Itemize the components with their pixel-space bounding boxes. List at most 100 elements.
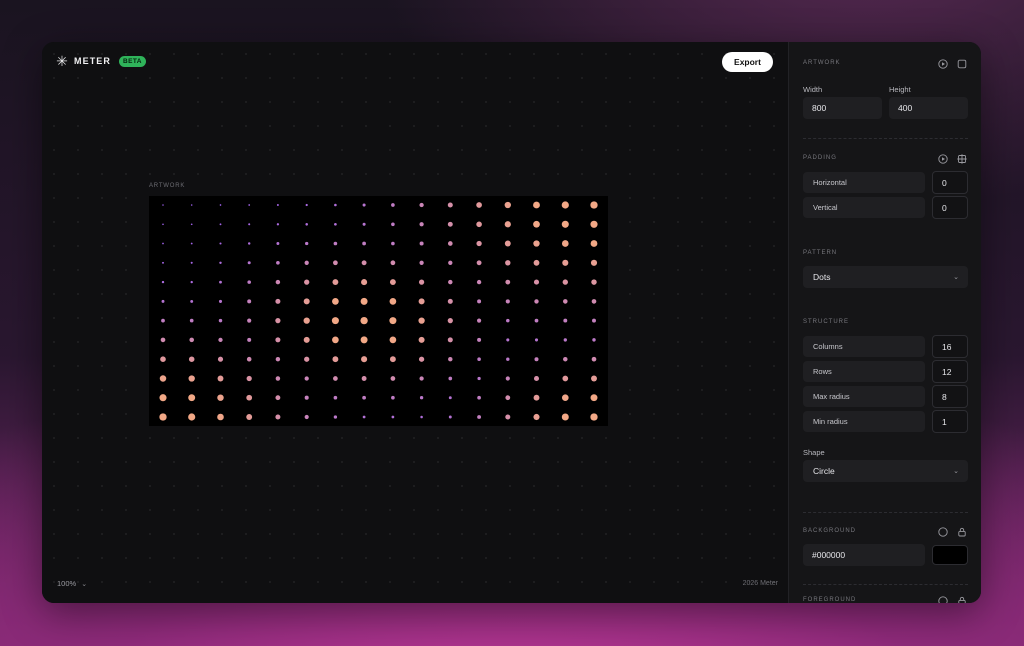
pattern-dot <box>247 337 252 342</box>
pattern-dot <box>361 376 367 381</box>
pattern-dot <box>334 222 337 226</box>
pattern-dot <box>590 259 598 266</box>
pattern-dot <box>333 376 338 381</box>
zoom-control[interactable]: 100% ⌄ <box>57 579 87 588</box>
pattern-dot <box>275 376 281 381</box>
pattern-dot <box>534 299 539 304</box>
pattern-dot <box>219 223 222 226</box>
crosshair-grid-icon[interactable] <box>955 152 969 166</box>
rows-input[interactable]: 12 <box>932 360 968 383</box>
pattern-dot <box>447 317 453 324</box>
pattern-select[interactable]: Dots ⌄ <box>803 266 968 288</box>
pattern-dot <box>305 241 309 246</box>
pattern-dot <box>591 299 597 304</box>
padding-vertical-label: Vertical <box>803 197 925 218</box>
section-title-artwork: ARTWORK <box>803 60 841 66</box>
pattern-dot <box>476 260 482 266</box>
pattern-dot <box>362 415 366 419</box>
pattern-dot <box>161 318 165 323</box>
pattern-dot <box>304 260 309 265</box>
pattern-dot <box>419 202 424 208</box>
pattern-dot <box>276 204 279 206</box>
width-label: Width <box>803 85 823 94</box>
pattern-dot <box>190 261 193 264</box>
pattern-dot <box>590 240 598 247</box>
pattern-dot <box>360 336 368 344</box>
brand: ✳ METER BETA <box>56 54 146 68</box>
pattern-dot <box>188 394 196 402</box>
pattern-dot <box>391 203 395 207</box>
pattern-dot <box>333 415 338 419</box>
pattern-dot <box>505 376 510 381</box>
pattern-dot <box>188 375 195 382</box>
pattern-dot <box>276 242 280 245</box>
lock-icon[interactable] <box>955 525 969 539</box>
pattern-dot <box>533 394 540 401</box>
pattern-dot <box>304 356 310 362</box>
pattern-dot <box>303 317 310 324</box>
pattern-dot <box>304 279 310 285</box>
pattern-dot <box>189 337 194 343</box>
chevron-down-icon: ⌄ <box>953 274 959 281</box>
pattern-dot <box>448 396 452 400</box>
pattern-dot <box>162 242 164 245</box>
pattern-dot <box>161 280 165 284</box>
pattern-dot <box>333 395 338 400</box>
background-color-input[interactable]: #000000 <box>803 544 925 566</box>
pattern-dot <box>448 356 453 362</box>
pattern-dot <box>275 395 281 401</box>
padding-horizontal-input[interactable]: 0 <box>932 171 968 194</box>
height-input[interactable]: 400 <box>889 97 968 119</box>
pattern-dot <box>477 318 482 323</box>
circle-icon[interactable] <box>936 525 950 539</box>
pattern-dot <box>591 375 597 382</box>
shape-select[interactable]: Circle ⌄ <box>803 460 968 482</box>
pattern-dot <box>247 299 252 304</box>
background-color-swatch[interactable] <box>932 545 968 565</box>
pattern-dot <box>419 396 424 400</box>
app-name: METER <box>74 56 111 66</box>
pattern-dot <box>247 242 251 245</box>
pattern-dot <box>275 337 281 343</box>
pattern-dot <box>332 279 339 286</box>
pattern-dot <box>561 240 569 247</box>
pattern-dot <box>533 201 540 209</box>
canvas-area: ✳ METER BETA Export ARTWORK 100% ⌄ 2026 … <box>42 42 788 603</box>
play-icon[interactable] <box>936 152 950 166</box>
pattern-dot <box>304 395 309 400</box>
pattern-dot <box>304 414 309 420</box>
play-icon[interactable] <box>936 57 950 71</box>
padding-horizontal-label: Horizontal <box>803 172 925 193</box>
circle-icon[interactable] <box>936 594 950 603</box>
pattern-dot <box>391 241 395 246</box>
pattern-dot <box>389 298 397 305</box>
pattern-dot <box>275 298 281 304</box>
chevron-down-icon: ⌄ <box>81 580 88 588</box>
max-radius-input[interactable]: 8 <box>932 385 968 408</box>
pattern-dot <box>190 242 193 245</box>
pattern-dot <box>562 375 569 382</box>
pattern-dot <box>447 221 453 227</box>
pattern-dot <box>303 336 310 343</box>
padding-vertical-input[interactable]: 0 <box>932 196 968 219</box>
pattern-dot <box>162 204 164 206</box>
pattern-dot <box>190 299 194 303</box>
pattern-dot <box>248 223 251 226</box>
pattern-dot <box>389 317 397 325</box>
export-button[interactable]: Export <box>722 52 773 72</box>
pattern-dot <box>305 203 308 207</box>
width-input[interactable]: 800 <box>803 97 882 119</box>
pattern-dot <box>276 260 280 265</box>
lock-icon[interactable] <box>955 594 969 603</box>
columns-input[interactable]: 16 <box>932 335 968 358</box>
min-radius-input[interactable]: 1 <box>932 410 968 433</box>
pattern-dot <box>333 260 338 266</box>
pattern-dot <box>418 298 425 305</box>
pattern-dot <box>247 280 251 284</box>
divider <box>803 584 968 585</box>
pattern-dot <box>332 356 339 363</box>
pattern-dot <box>563 299 568 304</box>
pattern-dot <box>447 337 453 343</box>
pattern-dot <box>505 414 511 420</box>
square-icon[interactable] <box>955 57 969 71</box>
